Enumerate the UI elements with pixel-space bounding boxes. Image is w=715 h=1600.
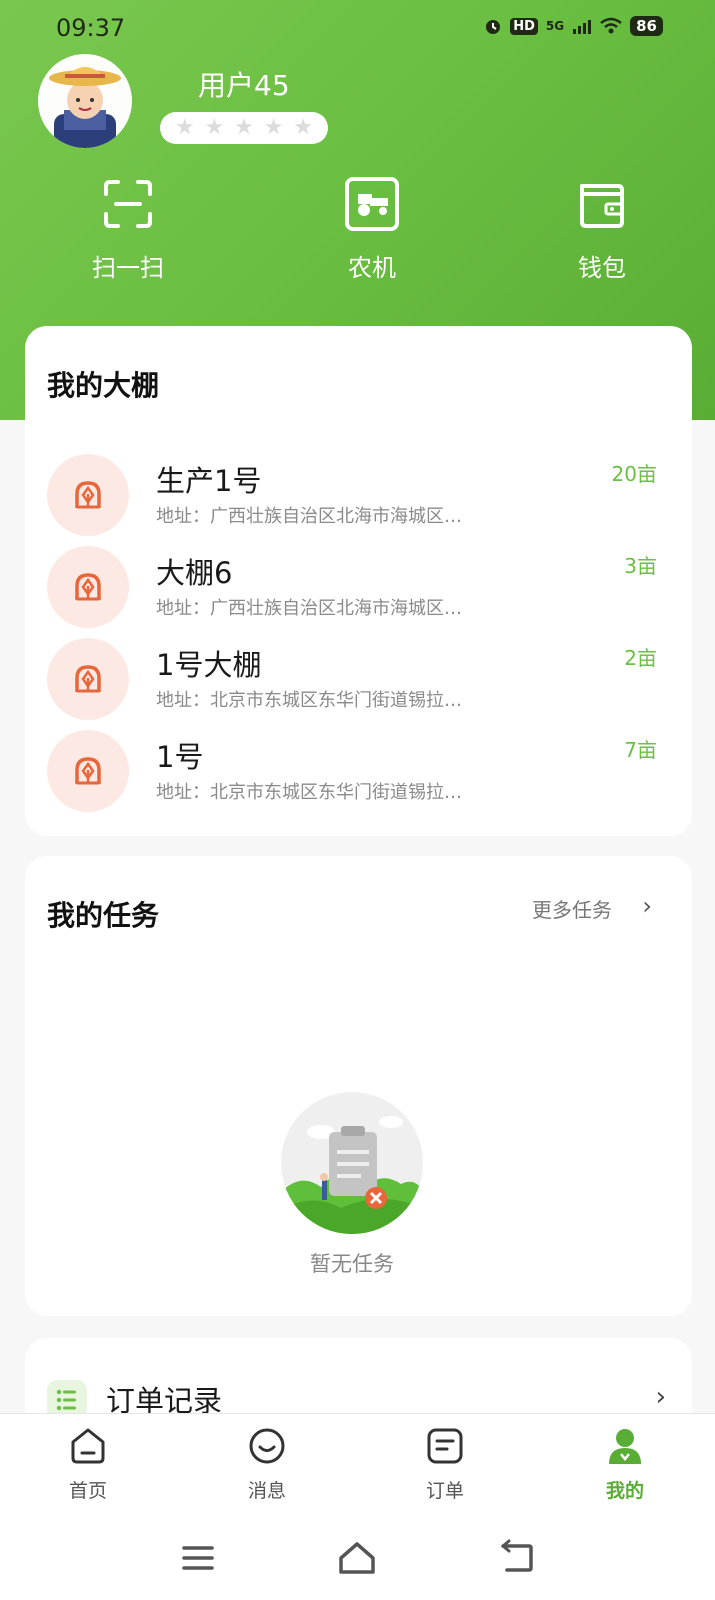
tab-profile[interactable]: 我的 <box>565 1414 685 1503</box>
greenhouse-address: 地址：广西壮族自治区北海市海城区… <box>156 598 462 619</box>
tasks-card: 我的任务 更多任务 › 暂无任务 <box>25 856 692 1316</box>
greenhouse-name: 生产1号 <box>156 464 262 498</box>
wallet-button[interactable]: 钱包 <box>532 174 672 283</box>
tab-home-label: 首页 <box>68 1480 107 1502</box>
tractor-icon <box>345 177 399 231</box>
scan-button[interactable]: 扫一扫 <box>58 174 198 283</box>
star-icon: ★ <box>293 115 314 140</box>
message-icon <box>249 1428 285 1464</box>
scan-icon <box>104 180 152 228</box>
signal-icon <box>573 20 592 34</box>
star-icon: ★ <box>234 115 254 140</box>
greenhouse-area: 3亩 <box>624 554 657 578</box>
chevron-right-icon[interactable]: › <box>642 892 652 920</box>
alarm-icon <box>486 20 501 34</box>
greenhouse-address: 地址：广西壮族自治区北海市海城区… <box>156 506 462 527</box>
greenhouse-item[interactable]: 生产1号 地址：广西壮族自治区北海市海城区… 20亩 <box>25 452 679 542</box>
tab-orders-label: 订单 <box>425 1480 464 1502</box>
empty-tasks-illustration <box>281 1092 423 1234</box>
greenhouse-name: 1号大棚 <box>156 648 262 682</box>
tab-home[interactable]: 首页 <box>28 1414 148 1503</box>
battery-indicator: 86 <box>630 16 663 36</box>
greenhouse-icon <box>75 481 101 509</box>
greenhouse-icon <box>75 665 101 693</box>
hd-badge: HD <box>510 17 538 35</box>
more-tasks-link[interactable]: 更多任务 <box>532 894 612 923</box>
scan-label: 扫一扫 <box>92 254 164 282</box>
greenhouse-address: 地址：北京市东城区东华门街道锡拉… <box>156 690 462 711</box>
bottom-tab-bar: 首页 消息 订单 我的 <box>0 1413 715 1516</box>
machinery-button[interactable]: 农机 <box>302 174 442 283</box>
tab-orders[interactable]: 订单 <box>385 1414 505 1503</box>
back-icon[interactable] <box>497 1538 537 1578</box>
greenhouse-icon <box>75 573 101 601</box>
greenhouse-address: 地址：北京市东城区东华门街道锡拉… <box>156 782 462 803</box>
username: 用户45 <box>198 69 290 102</box>
home-nav-icon[interactable] <box>337 1538 377 1578</box>
star-icon: ★ <box>263 115 284 140</box>
tab-profile-label: 我的 <box>605 1480 644 1502</box>
chevron-right-icon: › <box>655 1382 666 1412</box>
profile-icon <box>609 1429 641 1464</box>
wifi-icon <box>600 17 622 34</box>
greenhouse-item[interactable]: 大棚6 地址：广西壮族自治区北海市海城区… 3亩 <box>25 544 679 634</box>
tab-messages[interactable]: 消息 <box>207 1414 327 1503</box>
machinery-label: 农机 <box>348 254 396 282</box>
menu-icon[interactable] <box>178 1538 218 1578</box>
greenhouse-card-title: 我的大棚 <box>47 369 160 402</box>
empty-tasks-text: 暂无任务 <box>310 1252 394 1276</box>
greenhouse-area: 7亩 <box>624 738 657 762</box>
status-bar: 09:37 HD 5G 86 <box>0 0 715 58</box>
star-icon: ★ <box>174 115 195 140</box>
wallet-icon <box>580 184 624 228</box>
order-icon <box>427 1428 463 1464</box>
greenhouse-area: 2亩 <box>624 646 657 670</box>
greenhouse-card: 我的大棚 生产1号 地址：广西壮族自治区北海市海城区… 20亩 大棚6 地址：广… <box>25 326 692 836</box>
home-icon <box>71 1428 105 1464</box>
rating-stars: ★ ★ ★ ★ ★ <box>160 112 328 144</box>
greenhouse-icon <box>75 757 101 785</box>
greenhouse-item[interactable]: 1号 地址：北京市东城区东华门街道锡拉… 7亩 <box>25 728 679 818</box>
tasks-card-title: 我的任务 <box>47 899 160 932</box>
system-nav-bar <box>0 1516 715 1600</box>
tab-messages-label: 消息 <box>247 1480 286 1502</box>
star-icon: ★ <box>204 115 225 140</box>
network-label: 5G <box>545 19 565 33</box>
avatar[interactable] <box>38 54 132 148</box>
greenhouse-name: 1号 <box>156 740 204 774</box>
greenhouse-name: 大棚6 <box>156 556 233 590</box>
greenhouse-area: 20亩 <box>611 462 657 486</box>
wallet-label: 钱包 <box>578 254 626 282</box>
greenhouse-item[interactable]: 1号大棚 地址：北京市东城区东华门街道锡拉… 2亩 <box>25 636 679 726</box>
status-time: 09:37 <box>56 14 126 42</box>
